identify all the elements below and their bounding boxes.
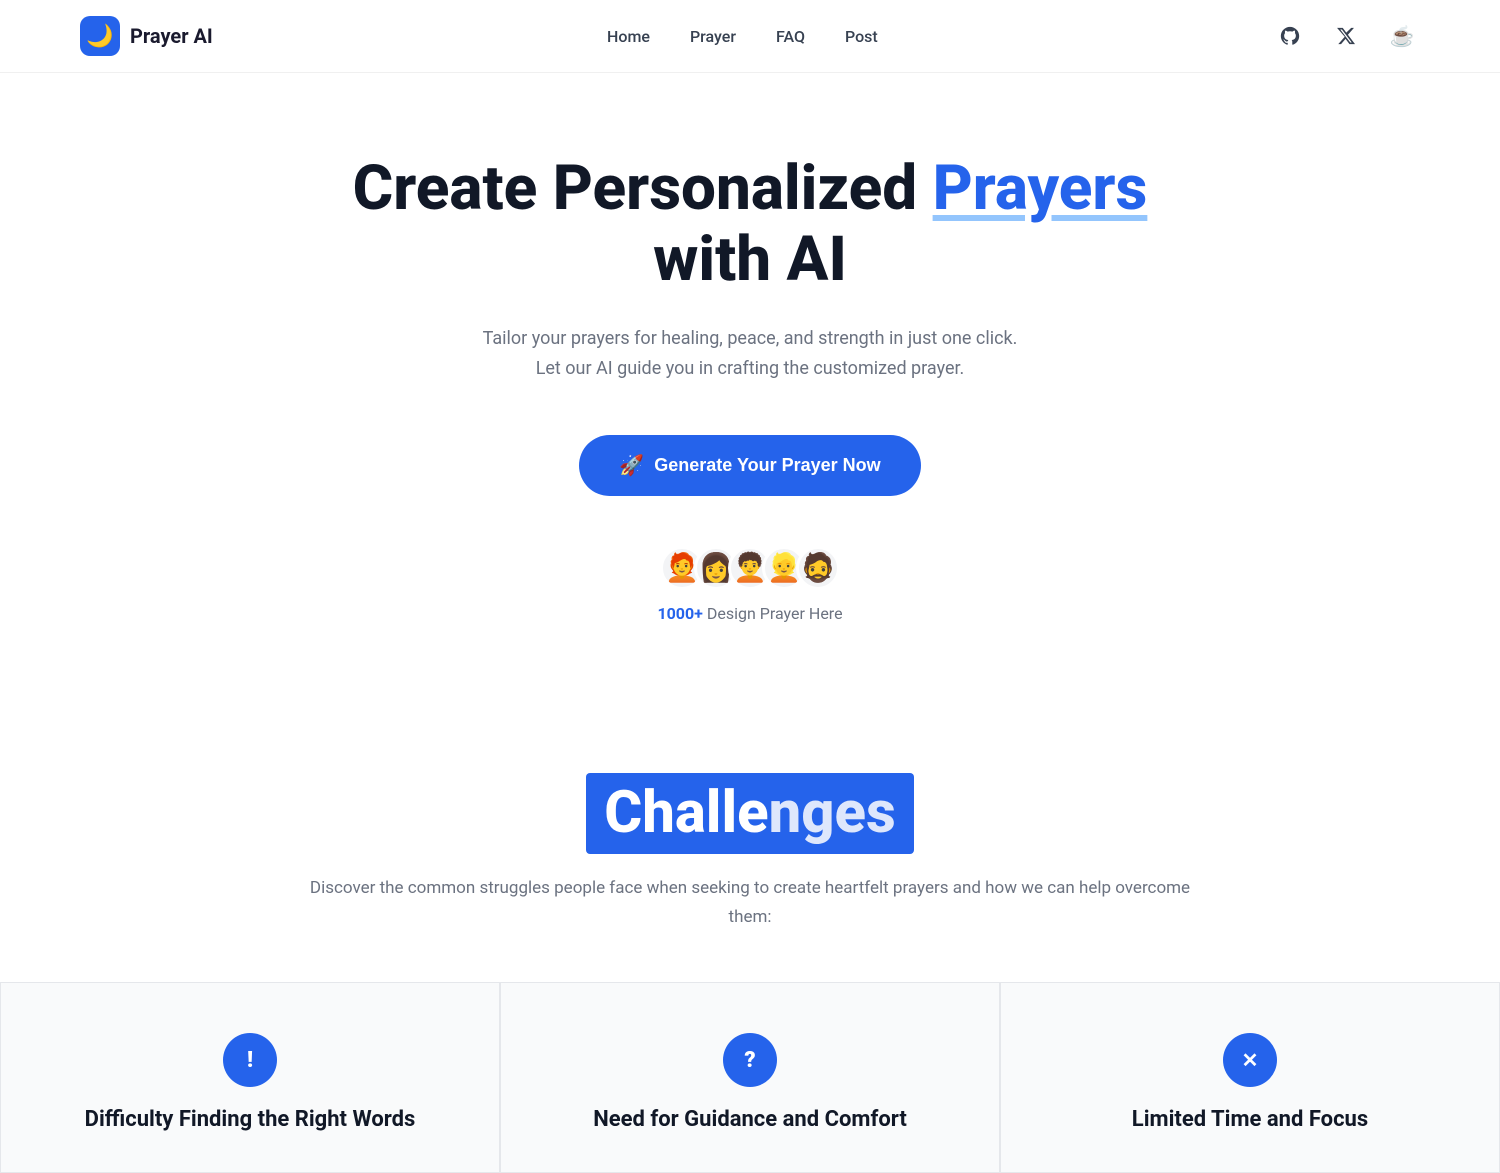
card-title-1: Difficulty Finding the Right Words: [85, 1107, 416, 1132]
nav-item-prayer[interactable]: Prayer: [690, 27, 736, 46]
nav-item-faq[interactable]: FAQ: [776, 27, 805, 46]
card-title-3: Limited Time and Focus: [1132, 1107, 1368, 1132]
nav-item-home[interactable]: Home: [607, 27, 650, 46]
nav-link-post[interactable]: Post: [845, 27, 878, 46]
social-proof-text: 1000+ Design Prayer Here: [657, 604, 842, 623]
social-proof-count: 1000+: [657, 604, 702, 623]
hero-title: Create Personalized Prayers with AI: [300, 153, 1200, 296]
github-icon[interactable]: [1272, 18, 1308, 54]
logo-icon: 🌙: [80, 16, 120, 56]
question-icon: ?: [723, 1033, 777, 1087]
avatar-group: 🧑‍🦰 👩 🧑‍🦱 👱 🧔: [660, 546, 840, 590]
nav-icon-group: ☕: [1272, 18, 1420, 54]
hero-section: Create Personalized Prayers with AI Tail…: [0, 73, 1500, 753]
navbar: 🌙 Prayer AI Home Prayer FAQ Post ☕: [0, 0, 1500, 73]
challenges-section: Challenges Discover the common struggles…: [0, 753, 1500, 1173]
logo-text: Prayer AI: [130, 24, 213, 48]
challenge-card-3: ✕ Limited Time and Focus: [1000, 982, 1500, 1173]
nav-links: Home Prayer FAQ Post: [607, 27, 878, 46]
nav-link-faq[interactable]: FAQ: [776, 27, 805, 46]
challenge-card-1: ! Difficulty Finding the Right Words: [0, 982, 500, 1173]
nav-item-post[interactable]: Post: [845, 27, 878, 46]
challenges-subtitle: Discover the common struggles people fac…: [300, 874, 1200, 932]
x-circle-icon: ✕: [1223, 1033, 1277, 1087]
challenges-title-wrapper: Challenges: [80, 773, 1420, 855]
challenges-title: Challenges: [586, 773, 913, 855]
card-title-2: Need for Guidance and Comfort: [593, 1107, 907, 1132]
nav-link-home[interactable]: Home: [607, 27, 650, 46]
challenge-cards-row: ! Difficulty Finding the Right Words ? N…: [0, 982, 1500, 1173]
social-proof: 🧑‍🦰 👩 🧑‍🦱 👱 🧔 1000+ Design Prayer Here: [657, 546, 842, 623]
coffee-icon[interactable]: ☕: [1384, 18, 1420, 54]
hero-subtitle: Tailor your prayers for healing, peace, …: [470, 324, 1030, 385]
avatar-5: 🧔: [796, 546, 840, 590]
exclamation-icon: !: [223, 1033, 277, 1087]
hero-title-highlight: Prayers: [933, 152, 1148, 225]
nav-link-prayer[interactable]: Prayer: [690, 27, 736, 46]
logo[interactable]: 🌙 Prayer AI: [80, 16, 213, 56]
generate-prayer-button[interactable]: 🚀 Generate Your Prayer Now: [579, 435, 920, 496]
twitter-x-icon[interactable]: [1328, 18, 1364, 54]
challenge-card-2: ? Need for Guidance and Comfort: [500, 982, 1000, 1173]
rocket-icon: 🚀: [619, 453, 644, 478]
